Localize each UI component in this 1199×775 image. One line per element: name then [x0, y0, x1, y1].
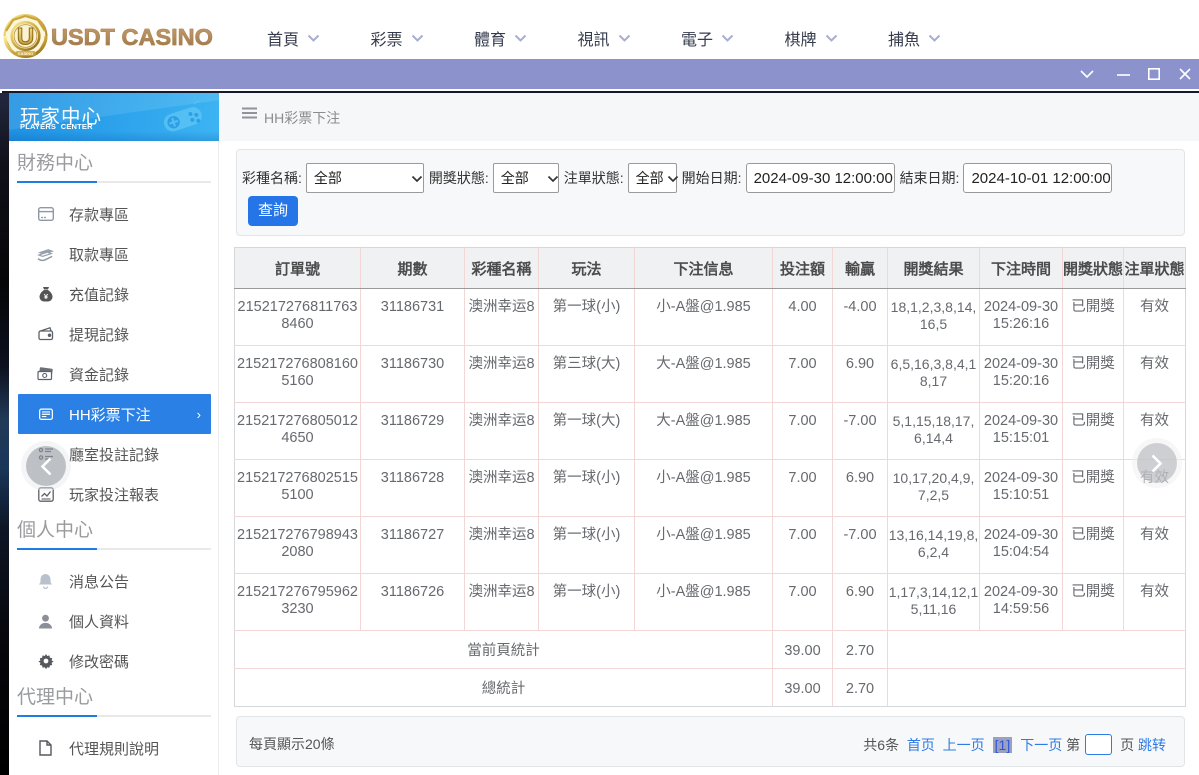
svg-text:U: U: [17, 24, 34, 51]
svg-text:CASINO: CASINO: [18, 51, 34, 56]
